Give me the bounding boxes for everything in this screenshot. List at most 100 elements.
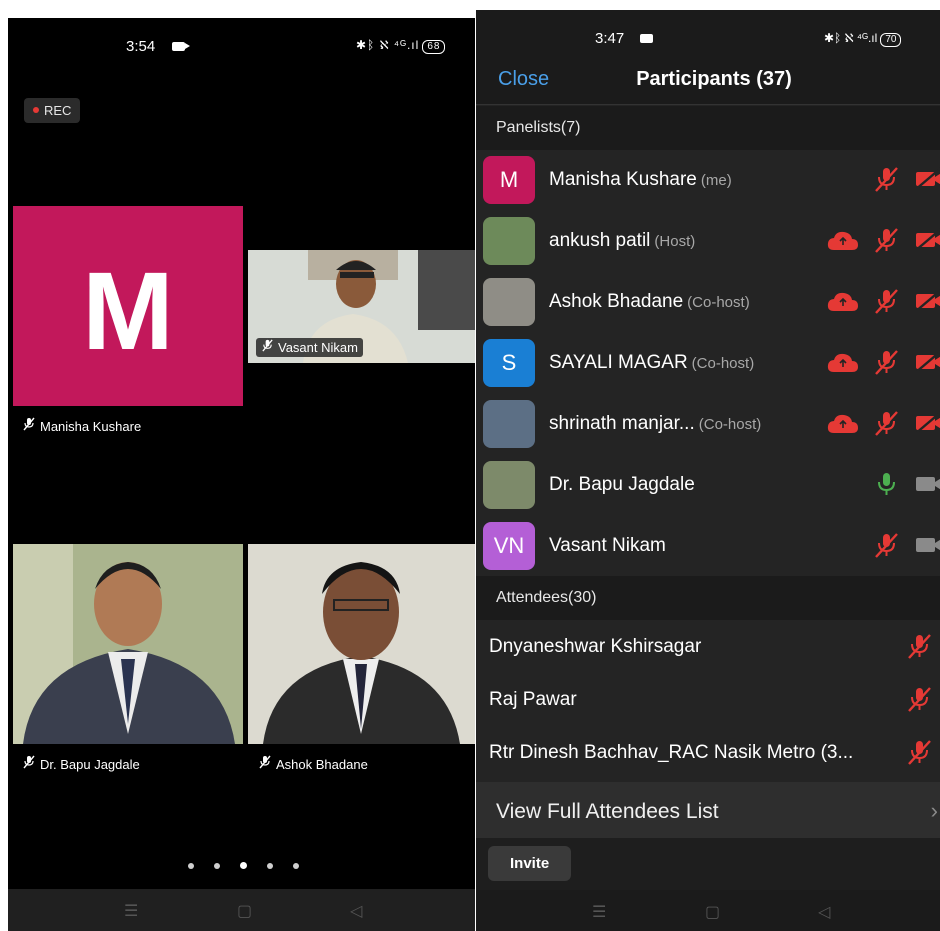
- back-nav-icon[interactable]: ◁: [818, 902, 830, 922]
- panelist-name: Dr. Bapu Jagdale: [549, 474, 695, 495]
- mic-muted-icon[interactable]: [873, 288, 899, 319]
- panelist-role: (Host): [654, 233, 696, 250]
- mic-muted-icon[interactable]: [873, 166, 899, 197]
- panelist-role: (Co-host): [691, 355, 755, 372]
- tile-caption-vasant: Vasant Nikam: [256, 338, 363, 357]
- cloud-recording-icon: [826, 412, 860, 443]
- mic-muted-icon[interactable]: [873, 227, 899, 258]
- panelist-row[interactable]: M Manisha Kushare (me): [476, 150, 940, 210]
- attendee-row[interactable]: Dnyaneshwar Kshirsagar: [476, 620, 940, 673]
- cloud-recording-icon: [826, 229, 860, 260]
- avatar: [483, 461, 535, 509]
- page-dot[interactable]: [214, 863, 220, 869]
- mic-muted-icon: [22, 755, 36, 772]
- participants-footer: Invite: [476, 838, 940, 890]
- video-tile-ashok[interactable]: [248, 544, 475, 744]
- avatar: S: [483, 339, 535, 387]
- battery-indicator: 70: [880, 33, 902, 47]
- back-nav-icon[interactable]: ◁: [350, 901, 362, 921]
- avatar: [483, 278, 535, 326]
- page-title: Participants (37): [636, 68, 792, 90]
- status-bar: 3:47 ✱ᛒ ℵ ⁴ᴳ.ıl 70: [476, 10, 940, 60]
- page-dot[interactable]: [188, 863, 194, 869]
- mic-muted-icon[interactable]: [873, 532, 899, 563]
- attendee-row[interactable]: Rtr Dinesh Bachhav_RAC Nasik Metro (3...: [476, 726, 940, 779]
- panelists-section-header: Panelists(7): [476, 106, 940, 150]
- home-nav-icon[interactable]: ▢: [237, 901, 252, 921]
- android-nav-bar: ☰ ▢ ◁: [8, 889, 475, 931]
- tile-caption-manisha: Manisha Kushare: [22, 417, 141, 434]
- avatar: [483, 400, 535, 448]
- mic-icon[interactable]: [873, 471, 899, 502]
- panelist-name: ankush patil (Host): [549, 230, 696, 251]
- avatar: VN: [483, 522, 535, 570]
- panelist-name: Manisha Kushare (me): [549, 169, 732, 190]
- cloud-recording-icon: [826, 290, 860, 321]
- signal-icons: ✱ᛒ ℵ ⁴ᴳ.ıl 68: [356, 38, 446, 54]
- status-time: 3:54: [126, 38, 156, 55]
- page-dot[interactable]: [267, 863, 273, 869]
- view-full-attendees-button[interactable]: View Full Attendees List ›: [476, 782, 940, 838]
- mic-muted-icon: [22, 417, 36, 434]
- battery-indicator: 68: [422, 40, 446, 54]
- panelist-row[interactable]: ankush patil (Host): [476, 211, 940, 271]
- avatar: M: [483, 156, 535, 204]
- video-off-icon[interactable]: [914, 166, 940, 197]
- avatar-initial: M: [82, 250, 174, 373]
- participant-photo: [248, 544, 475, 744]
- panelist-row[interactable]: Ashok Bhadane (Co-host): [476, 272, 940, 332]
- page-indicator[interactable]: [188, 856, 319, 874]
- video-icon[interactable]: [914, 532, 940, 563]
- menu-nav-icon[interactable]: ☰: [124, 901, 138, 921]
- mic-muted-icon[interactable]: [906, 739, 932, 770]
- video-tile-manisha[interactable]: M: [13, 206, 243, 406]
- tile-caption-ashok: Ashok Bhadane: [258, 755, 368, 772]
- status-time: 3:47: [595, 30, 625, 47]
- android-nav-bar: ☰ ▢ ◁: [476, 890, 940, 931]
- panelist-row[interactable]: VN Vasant Nikam: [476, 516, 940, 576]
- attendee-name: Raj Pawar: [489, 689, 577, 710]
- video-off-icon[interactable]: [914, 227, 940, 258]
- panelist-row[interactable]: shrinath manjar... (Co-host): [476, 394, 940, 454]
- participant-photo: [13, 544, 243, 744]
- cloud-recording-icon: [826, 351, 860, 382]
- mic-muted-icon[interactable]: [873, 349, 899, 380]
- attendee-row[interactable]: Raj Pawar: [476, 673, 940, 726]
- video-tile-bapu[interactable]: [13, 544, 243, 744]
- page-dot-active[interactable]: [240, 862, 247, 869]
- panelist-name: shrinath manjar... (Co-host): [549, 413, 762, 434]
- avatar: [483, 217, 535, 265]
- mic-muted-icon[interactable]: [873, 410, 899, 441]
- status-bar: 3:54 ✱ᛒ ℵ ⁴ᴳ.ıl 68: [8, 18, 475, 55]
- zoom-meeting-screen: 3:54 ✱ᛒ ℵ ⁴ᴳ.ıl68 REC M Manisha Kushare: [8, 18, 475, 931]
- mic-muted-icon: [258, 755, 272, 772]
- page-dot[interactable]: [293, 863, 299, 869]
- attendee-name: Dnyaneshwar Kshirsagar: [489, 636, 702, 657]
- panelist-row[interactable]: S SAYALI MAGAR (Co-host): [476, 333, 940, 393]
- panelist-name: SAYALI MAGAR (Co-host): [549, 352, 755, 373]
- tile-caption-bapu: Dr. Bapu Jagdale: [22, 755, 140, 772]
- mic-muted-icon[interactable]: [906, 633, 932, 664]
- panelist-row[interactable]: Dr. Bapu Jagdale: [476, 455, 940, 515]
- video-off-icon[interactable]: [914, 410, 940, 441]
- menu-nav-icon[interactable]: ☰: [592, 902, 606, 922]
- home-nav-icon[interactable]: ▢: [705, 902, 720, 922]
- video-icon[interactable]: [914, 471, 940, 502]
- chevron-right-icon: ›: [930, 798, 938, 823]
- panelist-name: Ashok Bhadane (Co-host): [549, 291, 750, 312]
- recording-badge: REC: [24, 98, 81, 123]
- participants-screen: 3:47 ✱ᛒ ℵ ⁴ᴳ.ıl 70 Close Participants (37…: [476, 10, 940, 931]
- signal-icons: ✱ᛒ ℵ ⁴ᴳ.ıl 70: [824, 31, 902, 47]
- panelist-role: (Co-host): [698, 416, 762, 433]
- video-off-icon[interactable]: [914, 288, 940, 319]
- panelist-role: (Co-host): [687, 294, 750, 311]
- video-off-icon[interactable]: [914, 349, 940, 380]
- video-recording-icon: [640, 34, 653, 43]
- panelist-role: (me): [700, 172, 732, 189]
- mic-muted-icon[interactable]: [906, 686, 932, 717]
- invite-button[interactable]: Invite: [488, 846, 572, 881]
- video-recording-icon: [172, 42, 190, 51]
- attendee-name: Rtr Dinesh Bachhav_RAC Nasik Metro (3...: [489, 742, 854, 763]
- attendees-section-header: Attendees(30): [476, 576, 940, 620]
- panelist-name: Vasant Nikam: [549, 535, 666, 556]
